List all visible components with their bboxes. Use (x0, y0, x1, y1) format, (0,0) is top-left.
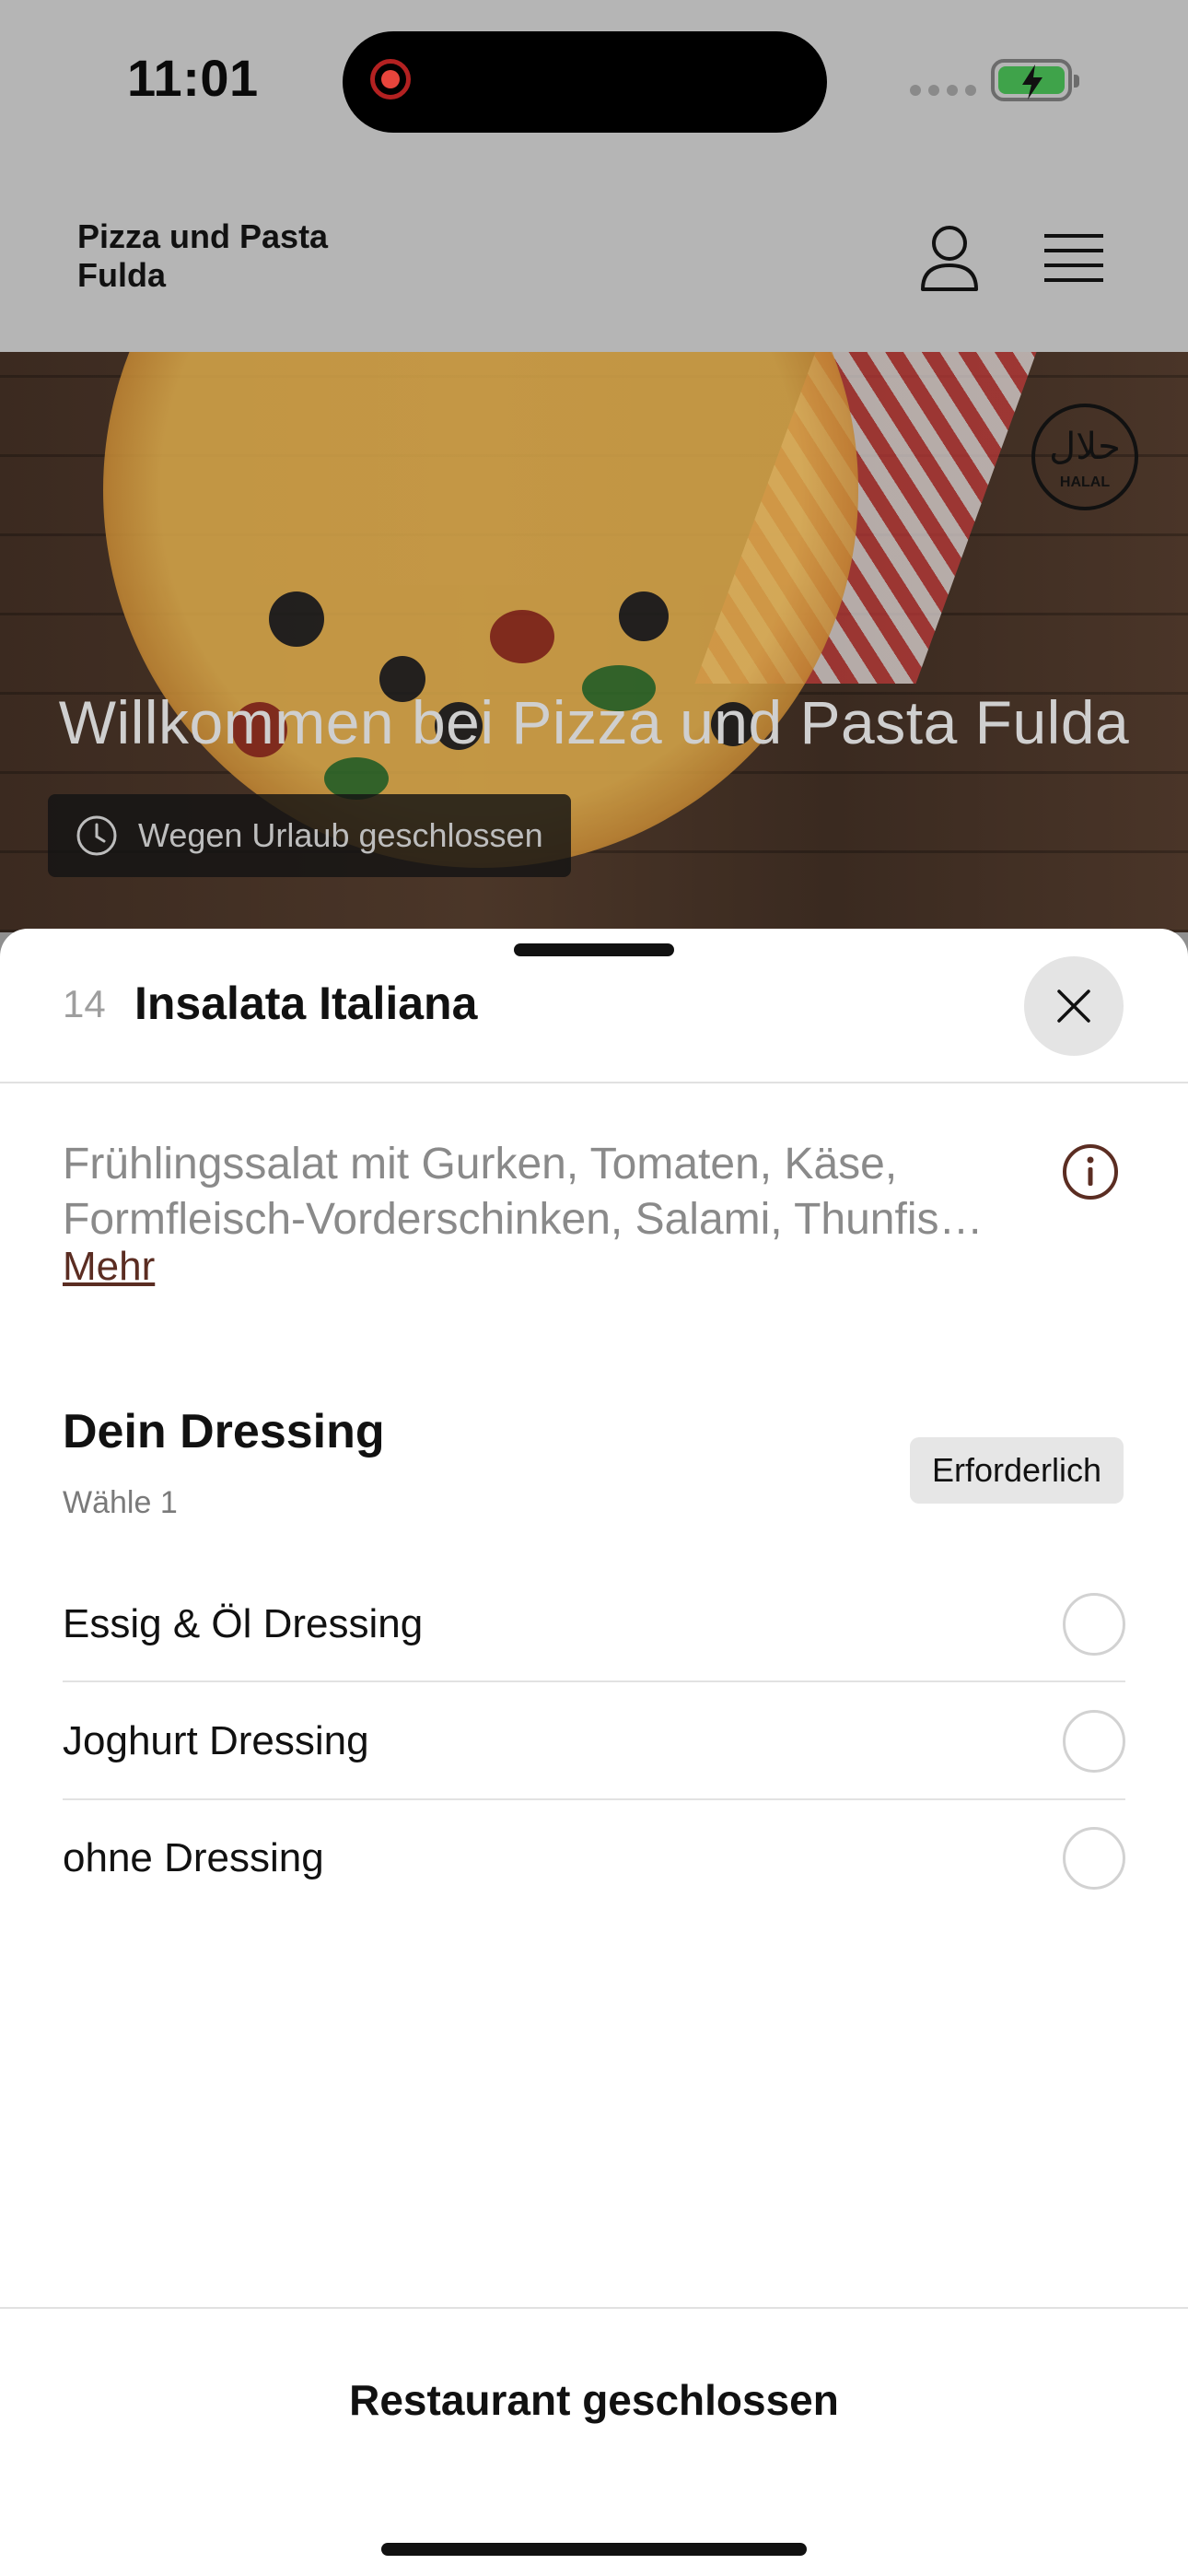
recording-indicator-icon (370, 59, 411, 100)
footer-divider (0, 2307, 1188, 2309)
hero-title: Willkommen bei Pizza und Pasta Fulda (58, 688, 1130, 756)
restaurant-name[interactable]: Pizza und Pasta Fulda (77, 217, 381, 295)
halal-badge-icon: حلال HALAL (1031, 404, 1138, 510)
closed-status-badge: Wegen Urlaub geschlossen (48, 794, 571, 877)
dynamic-island (343, 31, 827, 133)
option-label: Joghurt Dressing (63, 1718, 369, 1763)
restaurant-closed-button[interactable]: Restaurant geschlossen (0, 2375, 1188, 2425)
required-badge: Erforderlich (910, 1437, 1124, 1504)
option-label: ohne Dressing (63, 1835, 324, 1880)
account-icon[interactable] (919, 225, 980, 293)
option-essig-oel-dressing[interactable]: Essig & Öl Dressing (63, 1567, 1125, 1681)
item-description-line-2: Formfleisch-Vorderschinken, Salami, Thun… (63, 1195, 984, 1244)
home-indicator[interactable] (381, 2543, 807, 2556)
option-group-title: Dein Dressing (63, 1405, 385, 1458)
option-label: Essig & Öl Dressing (63, 1601, 424, 1646)
option-divider (63, 1680, 1125, 1682)
clock-icon (76, 815, 117, 856)
item-description: Frühlingssalat mit Gurken, Tomaten, Käse… (63, 1137, 1057, 1247)
svg-text:حلال: حلال (1049, 426, 1121, 468)
top-bar: 11:01 Pizza und Pasta Fulda (0, 0, 1188, 352)
status-time: 11:01 (127, 49, 259, 107)
close-button[interactable] (1024, 956, 1124, 1056)
option-group-subtitle: Wähle 1 (63, 1485, 178, 1520)
item-detail-sheet: 14 Insalata Italiana Frühlingssalat mit … (0, 929, 1188, 2576)
item-description-line-1: Frühlingssalat mit Gurken, Tomaten, Käse… (63, 1140, 898, 1188)
battery-icon (991, 59, 1079, 101)
radio-button[interactable] (1063, 1710, 1125, 1773)
more-link[interactable]: Mehr (63, 1244, 155, 1290)
option-divider (63, 1798, 1125, 1800)
item-number: 14 (63, 982, 106, 1025)
option-ohne-dressing[interactable]: ohne Dressing (63, 1801, 1125, 1915)
closed-status-text: Wegen Urlaub geschlossen (138, 816, 543, 854)
item-title: Insalata Italiana (134, 978, 478, 1029)
radio-button[interactable] (1063, 1593, 1125, 1656)
header-divider (0, 1082, 1188, 1083)
hamburger-menu-icon[interactable] (1044, 232, 1103, 284)
info-icon[interactable] (1061, 1142, 1120, 1201)
radio-button[interactable] (1063, 1827, 1125, 1890)
option-joghurt-dressing[interactable]: Joghurt Dressing (63, 1684, 1125, 1798)
close-icon (1057, 989, 1090, 1023)
sheet-grabber[interactable] (514, 943, 674, 956)
svg-text:HALAL: HALAL (1060, 474, 1110, 490)
pizza-image (103, 352, 858, 868)
cellular-signal-icon (910, 85, 976, 96)
